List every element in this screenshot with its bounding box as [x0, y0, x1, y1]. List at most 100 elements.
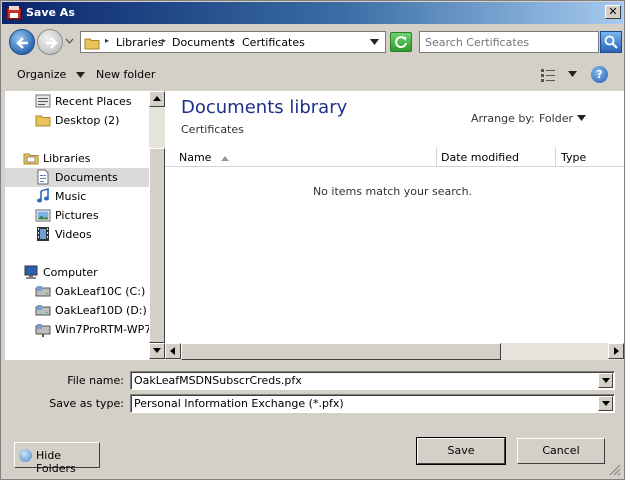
- views-icon[interactable]: [540, 68, 556, 82]
- address-dropdown-icon[interactable]: [370, 39, 379, 45]
- address-bar[interactable]: ▸ Libraries ▸ Documents ▸ Certificates: [80, 31, 386, 53]
- nav-item-videos[interactable]: Videos: [35, 225, 149, 244]
- command-toolbar: Organize New folder ?: [2, 59, 623, 91]
- file-name-input[interactable]: [134, 373, 594, 388]
- cancel-button[interactable]: Cancel: [517, 438, 605, 464]
- network-drive-icon: [35, 324, 51, 337]
- nav-item-drive-d[interactable]: OakLeaf10D (D:): [35, 301, 149, 320]
- scroll-down-button[interactable]: [149, 343, 165, 359]
- hide-folders-label: Hide Folders: [36, 449, 76, 475]
- chevron-down-icon: [153, 348, 161, 353]
- save-type-value: Personal Information Exchange (*.pfx): [134, 397, 344, 410]
- nav-item-desktop[interactable]: Desktop (2): [35, 111, 149, 130]
- search-button[interactable]: [600, 31, 622, 53]
- breadcrumb-libraries[interactable]: Libraries: [116, 36, 164, 49]
- chevron-right-icon: [614, 347, 619, 355]
- breadcrumb-documents[interactable]: Documents: [172, 36, 235, 49]
- empty-message: No items match your search.: [312, 185, 473, 198]
- nav-item-network-drive[interactable]: Win7ProRTM-WP7: [35, 320, 149, 339]
- column-header-type[interactable]: Type: [556, 147, 624, 167]
- nav-item-label: Documents: [55, 171, 118, 184]
- nav-item-label: Desktop (2): [55, 114, 120, 127]
- file-name-combobox[interactable]: [130, 371, 615, 390]
- column-header-date-modified[interactable]: Date modified: [437, 147, 556, 167]
- nav-item-music[interactable]: Music: [35, 187, 149, 206]
- navigation-pane[interactable]: Recent Places Desktop (2) Libraries Docu…: [5, 91, 165, 360]
- breadcrumb-separator-icon[interactable]: ▸: [105, 36, 109, 45]
- file-list-pane[interactable]: Documents library Certificates Arrange b…: [165, 91, 624, 360]
- breadcrumb-separator-icon[interactable]: ▸: [231, 36, 235, 45]
- file-name-label: File name:: [67, 374, 124, 387]
- help-icon[interactable]: ?: [591, 66, 608, 83]
- resize-grip-icon[interactable]: [609, 464, 621, 476]
- music-icon: [37, 188, 49, 203]
- refresh-icon: [395, 36, 407, 49]
- nav-item-label: OakLeaf10C (C:): [55, 285, 146, 298]
- nav-pane-scrollbar[interactable]: [149, 91, 165, 360]
- search-input[interactable]: [420, 32, 598, 52]
- nav-item-label: Win7ProRTM-WP7: [55, 323, 149, 336]
- new-folder-button[interactable]: New folder: [96, 68, 155, 81]
- arrange-by-value[interactable]: Folder: [539, 112, 573, 125]
- nav-item-label: Pictures: [55, 209, 99, 222]
- views-dropdown-icon[interactable]: [568, 71, 577, 77]
- collapse-icon: [19, 449, 32, 462]
- save-type-dropdown-button[interactable]: [598, 396, 613, 411]
- scroll-right-button[interactable]: [608, 343, 624, 359]
- file-name-dropdown-button[interactable]: [598, 373, 613, 388]
- nav-item-label: Computer: [43, 266, 98, 279]
- scroll-up-button[interactable]: [149, 91, 165, 107]
- scroll-left-button[interactable]: [165, 343, 181, 359]
- column-header-row: Name Date modified Type: [165, 147, 624, 167]
- documents-icon: [37, 169, 49, 185]
- arrange-by-label: Arrange by:: [471, 112, 535, 125]
- column-header-name[interactable]: Name: [165, 147, 437, 167]
- nav-item-recent-places[interactable]: Recent Places: [35, 92, 149, 111]
- library-title: Documents library: [181, 97, 348, 118]
- nav-item-label: Libraries: [43, 152, 91, 165]
- scroll-thumb[interactable]: [181, 343, 501, 360]
- breadcrumb-separator-icon[interactable]: ▸: [162, 36, 166, 45]
- save-as-dialog: Save As ✕ ▸ Libraries ▸ Documents ▸ Cert…: [0, 0, 625, 480]
- save-type-select[interactable]: Personal Information Exchange (*.pfx): [130, 394, 615, 413]
- arrange-dropdown-icon[interactable]: [577, 115, 586, 121]
- app-icon: [6, 6, 22, 20]
- search-box[interactable]: [419, 31, 599, 53]
- column-label: Type: [561, 151, 587, 164]
- nav-item-label: Recent Places: [55, 95, 132, 108]
- chevron-down-icon: [75, 72, 85, 78]
- close-button[interactable]: ✕: [605, 5, 621, 19]
- library-subtitle: Certificates: [181, 123, 244, 136]
- recent-locations-dropdown-icon[interactable]: [65, 38, 74, 44]
- title-bar[interactable]: Save As ✕: [2, 2, 623, 24]
- nav-item-libraries[interactable]: Libraries: [23, 149, 149, 168]
- breadcrumb-certificates[interactable]: Certificates: [242, 36, 305, 49]
- chevron-up-icon: [153, 96, 161, 101]
- nav-item-computer[interactable]: Computer: [23, 263, 149, 282]
- chevron-down-icon: [602, 378, 610, 383]
- save-button[interactable]: Save: [416, 437, 506, 465]
- organize-button[interactable]: Organize: [17, 68, 85, 81]
- organize-label: Organize: [17, 68, 67, 81]
- hide-folders-button[interactable]: Hide Folders: [14, 442, 100, 475]
- chevron-down-icon: [602, 401, 610, 406]
- nav-item-documents[interactable]: Documents: [5, 168, 149, 187]
- sort-ascending-icon: [220, 155, 229, 161]
- forward-arrow-icon: [46, 37, 58, 49]
- folder-icon: [84, 38, 100, 50]
- window-title: Save As: [26, 6, 75, 19]
- drive-icon: [35, 286, 51, 297]
- nav-item-drive-c[interactable]: OakLeaf10C (C:): [35, 282, 149, 301]
- forward-button[interactable]: [37, 29, 63, 55]
- search-icon: [604, 35, 618, 49]
- nav-item-pictures[interactable]: Pictures: [35, 206, 149, 225]
- refresh-button[interactable]: [390, 32, 412, 52]
- save-type-label: Save as type:: [49, 397, 124, 410]
- scroll-thumb[interactable]: [149, 148, 165, 343]
- computer-icon: [24, 265, 38, 279]
- chevron-left-icon: [170, 347, 175, 355]
- file-list-scrollbar[interactable]: [165, 343, 624, 360]
- pictures-icon: [35, 209, 51, 222]
- back-button[interactable]: [9, 29, 35, 55]
- address-row: ▸ Libraries ▸ Documents ▸ Certificates: [2, 25, 623, 59]
